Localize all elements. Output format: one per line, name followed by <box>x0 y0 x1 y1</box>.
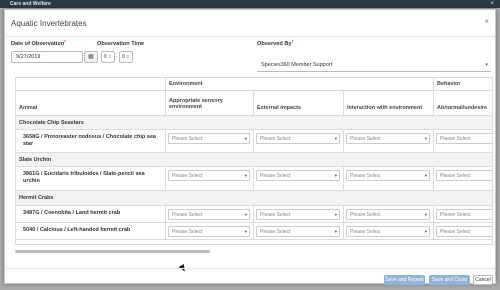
column-header-row: Animal Appropriate sensory environment E… <box>16 91 492 116</box>
column-external-impacts: External impacts <box>254 91 344 115</box>
app-title: Care and Welfare <box>10 1 51 7</box>
observed-by-select[interactable]: Species360 Member Support ▾ <box>257 60 491 72</box>
cancel-button[interactable]: Cancel <box>473 275 493 285</box>
animal-name: 5040 / Calcinus / Left-handed hermit cra… <box>16 223 166 239</box>
interaction-select[interactable]: Please Select ▾ <box>346 209 430 220</box>
abnormal-select[interactable]: Please Select <box>436 209 492 220</box>
animal-name: 3658G / Protoreaster nodosus / Chocolate… <box>16 130 166 152</box>
observation-modal: Aquatic Invertebrates × Date of Observat… <box>4 9 496 285</box>
table-row: 5040 / Calcinus / Left-handed hermit cra… <box>16 223 492 240</box>
group-row: Slate Urchin <box>16 153 492 167</box>
chevron-down-icon: ▾ <box>244 173 247 178</box>
group-label: Slate Urchin <box>19 157 52 163</box>
modal-title: Aquatic Invertebrates <box>11 19 87 28</box>
date-label: Date of Observation* <box>11 40 67 47</box>
chevron-down-icon: ▾ <box>424 173 427 178</box>
sensory-select[interactable]: Please Select ▾ <box>168 209 250 220</box>
header-divider <box>5 36 495 37</box>
app-title-bar: Care and Welfare × <box>0 0 500 8</box>
save-and-repeat-button[interactable]: Save and Repeat <box>384 275 425 285</box>
spinner-icon: ⇕ <box>108 54 112 59</box>
hour-field[interactable]: 0 ⇕ <box>101 51 115 63</box>
required-mark: * <box>64 40 67 46</box>
chevron-down-icon: ▾ <box>424 212 427 217</box>
abnormal-select[interactable]: Please Select <box>436 133 492 144</box>
group-label: Hermit Crabs <box>19 195 54 201</box>
group-header-row: Environment Behavior <box>16 78 492 91</box>
chevron-down-icon: ▾ <box>244 136 247 141</box>
animal-name: 3861G / Eucidaris tribuloides / Slate-pe… <box>16 167 166 190</box>
table-row: 3861G / Eucidaris tribuloides / Slate-pe… <box>16 167 492 191</box>
modal-close-icon[interactable]: × <box>484 17 489 26</box>
spinner-icon: ⇕ <box>126 54 130 59</box>
sensory-select[interactable]: Please Select ▾ <box>168 133 250 144</box>
sensory-select[interactable]: Please Select ▾ <box>168 226 250 237</box>
group-header-environment: Environment <box>166 78 434 90</box>
date-field[interactable]: 9/27/2019 <box>11 51 83 63</box>
chevron-down-icon: ▾ <box>244 229 247 234</box>
group-label: Chocolate Chip Seastars <box>19 120 84 126</box>
column-interaction: Interaction with environment <box>344 91 434 115</box>
time-separator: : <box>116 53 118 59</box>
chevron-down-icon: ▾ <box>424 136 427 141</box>
abnormal-select[interactable]: Please Select <box>436 226 492 237</box>
assessment-grid: Environment Behavior Animal Appropriate … <box>15 77 493 245</box>
calendar-icon[interactable]: ▦ <box>84 51 98 63</box>
column-animal: Animal <box>16 91 166 115</box>
chevron-down-icon: ▾ <box>334 229 337 234</box>
footer-divider <box>5 268 495 269</box>
minute-field[interactable]: 0 ⇕ <box>119 51 133 63</box>
chevron-down-icon: ▾ <box>485 62 488 68</box>
observed-by-label: Observed By* <box>257 40 294 47</box>
sensory-select[interactable]: Please Select ▾ <box>168 170 250 181</box>
chevron-down-icon: ▾ <box>244 212 247 217</box>
required-mark: * <box>291 40 294 46</box>
chevron-down-icon: ▾ <box>334 136 337 141</box>
column-abnormal: Abnormal/undesire <box>437 105 488 111</box>
save-and-close-button[interactable]: Save and Close <box>429 275 470 285</box>
close-icon[interactable]: × <box>490 0 494 8</box>
external-impacts-select[interactable]: Please Select ▾ <box>256 226 340 237</box>
interaction-select[interactable]: Please Select ▾ <box>346 170 430 181</box>
column-sensory: Appropriate sensory environment <box>166 91 254 115</box>
group-row: Hermit Crabs <box>16 191 492 206</box>
chevron-down-icon: ▾ <box>334 173 337 178</box>
group-header-behavior: Behavior <box>437 81 461 87</box>
interaction-select[interactable]: Please Select ▾ <box>346 133 430 144</box>
chevron-down-icon: ▾ <box>334 212 337 217</box>
time-label: Observation Time <box>97 41 145 47</box>
horizontal-scrollbar[interactable] <box>15 250 210 253</box>
interaction-select[interactable]: Please Select ▾ <box>346 226 430 237</box>
table-row: 3487G / Coenobita / Land hermit crab Ple… <box>16 206 492 223</box>
abnormal-select[interactable]: Please Select <box>436 170 492 181</box>
external-impacts-select[interactable]: Please Select ▾ <box>256 170 340 181</box>
external-impacts-select[interactable]: Please Select ▾ <box>256 209 340 220</box>
table-row: 3658G / Protoreaster nodosus / Chocolate… <box>16 130 492 153</box>
external-impacts-select[interactable]: Please Select ▾ <box>256 133 340 144</box>
group-row: Chocolate Chip Seastars <box>16 116 492 130</box>
chevron-down-icon: ▾ <box>424 229 427 234</box>
animal-name: 3487G / Coenobita / Land hermit crab <box>16 206 166 222</box>
